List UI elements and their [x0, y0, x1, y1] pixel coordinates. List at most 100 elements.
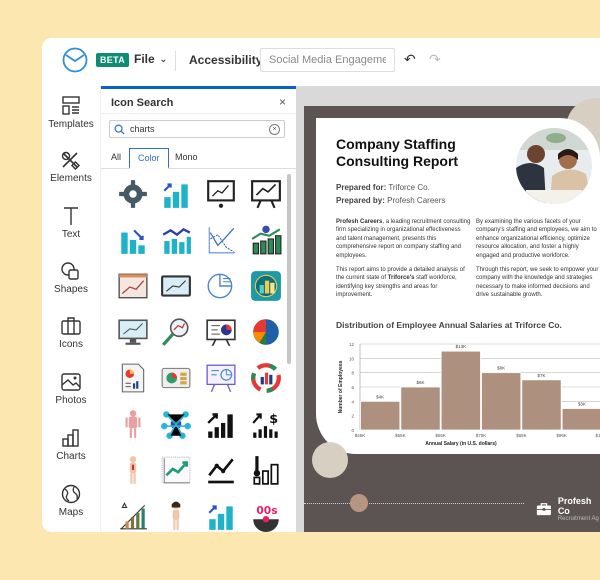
sidebar-item-maps[interactable]: Maps: [42, 484, 100, 518]
presentation-line-chart-icon: [207, 180, 235, 208]
sidebar-item-charts[interactable]: Charts: [42, 428, 100, 462]
icon-result[interactable]: [113, 404, 153, 444]
icon-result[interactable]: [201, 174, 241, 214]
icon-result[interactable]: [156, 220, 196, 260]
sidebar-item-text[interactable]: Text: [42, 206, 100, 240]
y-tick-label: 4: [351, 399, 354, 404]
icon-result[interactable]: [246, 174, 286, 214]
prepared-for[interactable]: Prepared for: Triforce Co.: [336, 183, 430, 192]
icon-result[interactable]: 00s: [246, 496, 286, 532]
monitor-line-chart-icon: [118, 319, 148, 345]
icon-result[interactable]: [113, 496, 153, 532]
document-title-input[interactable]: [260, 48, 395, 72]
sidebar-item-shapes[interactable]: Shapes: [42, 261, 100, 295]
intro-paragraph-4[interactable]: Through this report, we seek to empower …: [476, 266, 600, 300]
chart-title[interactable]: Distribution of Employee Annual Salaries…: [336, 320, 562, 330]
easel-line-chart-icon: [251, 180, 281, 209]
icon-result[interactable]: [246, 266, 286, 306]
icon-result[interactable]: [246, 220, 286, 260]
icon-result[interactable]: [201, 220, 241, 260]
clear-search-icon[interactable]: ×: [269, 124, 280, 135]
icon-result[interactable]: [156, 312, 196, 352]
icon-result[interactable]: [156, 496, 196, 532]
photos-icon: [61, 373, 81, 391]
close-icon[interactable]: ×: [279, 95, 286, 109]
sidebar-item-elements[interactable]: Elements: [42, 150, 100, 184]
elements-icon: [61, 151, 81, 170]
histogram-bar: [440, 350, 481, 431]
intro-paragraph-1[interactable]: Profesh Careers, a leading recruitment c…: [336, 218, 471, 260]
icon-result[interactable]: [246, 312, 286, 352]
sidebar-item-photos[interactable]: Photos: [42, 372, 100, 406]
prepared-by-label: Prepared by:: [336, 196, 385, 205]
icon-result[interactable]: [201, 312, 241, 352]
black-growth-bars-icon: [207, 413, 233, 438]
bar-data-label: $3K: [578, 402, 586, 407]
tab-all[interactable]: All: [103, 148, 129, 166]
title-line-1: Company Staffing: [336, 136, 456, 152]
salary-histogram[interactable]: 024681012$4K$6K$13K$8K$7K$3K$45K $55K $65K…: [330, 332, 600, 452]
icon-result[interactable]: [156, 404, 196, 444]
panel-scrollbar[interactable]: [287, 174, 291, 364]
sidebar-item-icons[interactable]: Icons: [42, 316, 100, 350]
sidebar-item-label: Templates: [48, 119, 94, 130]
app-logo-icon[interactable]: [62, 47, 88, 73]
icon-result[interactable]: [156, 266, 196, 306]
icon-result[interactable]: [201, 266, 241, 306]
text-icon: [64, 207, 78, 225]
icon-result[interactable]: [201, 358, 241, 398]
icon-result[interactable]: [113, 174, 153, 214]
person-growth-chart-icon: [251, 225, 282, 255]
tab-color[interactable]: Color: [129, 148, 169, 169]
sidebar-item-label: Elements: [50, 173, 92, 184]
panel-title: Icon Search: [111, 97, 174, 109]
redo-icon[interactable]: ↷: [429, 51, 441, 68]
sidebar-item-label: Shapes: [54, 284, 88, 295]
sidebar-item-label: Icons: [59, 339, 83, 350]
top-bar: BETA File ⌄ Accessibility ↶ ↷: [42, 38, 600, 86]
panel-divider: [101, 113, 297, 114]
icon-result[interactable]: [156, 174, 196, 214]
file-menu[interactable]: File ⌄: [134, 52, 167, 66]
anatomy-figure-small-icon: [129, 456, 137, 484]
icon-search-box: ×: [109, 120, 285, 138]
report-page[interactable]: Company Staffing Consulting Report Prepa…: [304, 98, 600, 532]
intro-paragraph-2[interactable]: This report aims to provide a detailed a…: [336, 266, 471, 300]
accessibility-button[interactable]: Accessibility: [189, 53, 262, 67]
x-tick-label: $65K: [435, 433, 446, 438]
icon-result[interactable]: [246, 358, 286, 398]
icon-result[interactable]: [156, 358, 196, 398]
tab-mono[interactable]: Mono: [167, 148, 206, 166]
report-document-icon: [121, 363, 145, 393]
icon-result[interactable]: $: [246, 404, 286, 444]
icon-result[interactable]: [113, 220, 153, 260]
sidebar-item-templates[interactable]: Templates: [42, 96, 100, 130]
icon-result[interactable]: [201, 404, 241, 444]
icon-result[interactable]: [201, 496, 241, 532]
vinyl-00s-icon: 00s: [253, 504, 279, 532]
report-title[interactable]: Company Staffing Consulting Report: [336, 136, 496, 170]
charts-icon: [62, 429, 79, 447]
icon-result[interactable]: [156, 450, 196, 490]
icon-result[interactable]: [246, 450, 286, 490]
left-sidebar: Templates Elements Text Shapes Icons Pho…: [42, 86, 100, 532]
icon-result[interactable]: [201, 450, 241, 490]
x-tick-label: $105K: [595, 433, 600, 438]
y-axis-label: Number of Employees: [338, 360, 344, 413]
undo-icon[interactable]: ↶: [404, 51, 416, 68]
file-menu-label: File: [134, 52, 155, 66]
icon-result[interactable]: [113, 266, 153, 306]
intro-paragraph-3[interactable]: By examining the various facets of your …: [476, 218, 600, 260]
team-photo[interactable]: [516, 128, 592, 204]
prepared-by[interactable]: Prepared by: Profesh Careers: [336, 196, 445, 205]
icon-result[interactable]: [113, 358, 153, 398]
title-line-2: Consulting Report: [336, 153, 459, 169]
maps-icon: [61, 484, 81, 504]
icon-result[interactable]: [113, 312, 153, 352]
icon-search-input[interactable]: [130, 124, 270, 134]
icons-icon: [61, 317, 81, 335]
thermometer-bars-icon: [253, 456, 279, 485]
icon-result[interactable]: [113, 450, 153, 490]
icon-style-tabs: All Color Mono: [101, 145, 297, 169]
sidebar-item-label: Photos: [55, 395, 87, 406]
